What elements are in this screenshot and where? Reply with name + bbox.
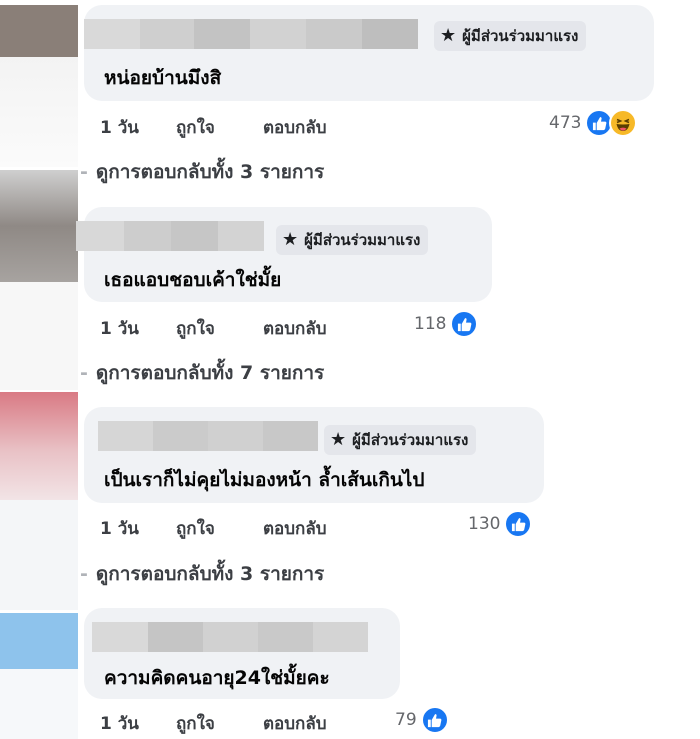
reply-connector: - (80, 362, 88, 384)
comment-text: เธอแอบชอบเค้าใช่มั้ย (104, 269, 282, 291)
reply-button[interactable]: ตอบกลับ (263, 515, 327, 542)
star-icon: ★ (282, 229, 299, 250)
timestamp-link[interactable]: 1 วัน (100, 315, 176, 342)
top-fan-badge: ★ ผู้มีส่วนร่วมมาแรง (434, 21, 587, 51)
commenter-name[interactable] (76, 221, 264, 251)
view-replies-link[interactable]: - ดูการตอบกลับทั้ง 7 รายการ (80, 358, 324, 388)
avatar-blur-bg (0, 57, 78, 167)
like-button[interactable]: ถูกใจ (176, 315, 263, 342)
reaction-count: 130 (468, 514, 501, 534)
comment-text: ความคิดคนอายุ24ใช่มั้ยคะ (104, 667, 330, 689)
reply-connector: - (80, 161, 88, 183)
star-icon: ★ (330, 429, 347, 450)
reply-button[interactable]: ตอบกลับ (263, 710, 327, 737)
comment-actions: 1 วัน ถูกใจ ตอบกลับ (100, 710, 327, 737)
comment-bubble: ★ ผู้มีส่วนร่วมมาแรง เธอแอบชอบเค้าใช่มั้… (76, 207, 492, 302)
commenter-name[interactable] (92, 622, 368, 652)
view-replies-link[interactable]: - ดูการตอบกลับทั้ง 3 รายการ (80, 559, 324, 589)
reaction-summary[interactable]: 130 (468, 510, 533, 538)
star-icon: ★ (440, 25, 457, 46)
comment-actions: 1 วัน ถูกใจ ตอบกลับ (100, 114, 327, 141)
top-fan-badge: ★ ผู้มีส่วนร่วมมาแรง (276, 225, 429, 255)
timestamp-link[interactable]: 1 วัน (100, 515, 176, 542)
reaction-summary[interactable]: 118 (414, 310, 479, 338)
timestamp-link[interactable]: 1 วัน (100, 710, 176, 737)
avatar[interactable] (0, 613, 78, 669)
comment-actions: 1 วัน ถูกใจ ตอบกลับ (100, 315, 327, 342)
comment-text: เป็นเราก็ไม่คุยไม่มองหน้า ล้ำเส้นเกินไป (104, 469, 425, 491)
reply-connector: - (80, 563, 88, 585)
haha-icon (609, 109, 638, 137)
like-button[interactable]: ถูกใจ (176, 515, 263, 542)
reaction-count: 473 (549, 113, 582, 133)
reply-button[interactable]: ตอบกลับ (263, 114, 327, 141)
avatar-blur-bg (0, 669, 78, 739)
top-fan-badge: ★ ผู้มีส่วนร่วมมาแรง (324, 425, 477, 455)
avatar-blur-bg (0, 500, 78, 610)
reaction-summary[interactable]: 473 (549, 109, 638, 137)
comment-actions: 1 วัน ถูกใจ ตอบกลับ (100, 515, 327, 542)
commenter-name[interactable] (84, 19, 418, 49)
comment-bubble: ★ ผู้มีส่วนร่วมมาแรง หน่อยบ้านมึงสิ (84, 5, 654, 101)
comment-bubble: ความคิดคนอายุ24ใช่มั้ยคะ (84, 608, 400, 699)
like-icon (450, 310, 479, 338)
reaction-count: 79 (395, 710, 417, 730)
reply-button[interactable]: ตอบกลับ (263, 315, 327, 342)
avatar-blur-bg (0, 282, 78, 390)
avatar[interactable] (0, 170, 78, 282)
like-button[interactable]: ถูกใจ (176, 710, 263, 737)
like-icon (504, 510, 533, 538)
reaction-summary[interactable]: 79 (395, 706, 449, 734)
view-replies-link[interactable]: - ดูการตอบกลับทั้ง 3 รายการ (80, 157, 324, 187)
avatar[interactable] (0, 5, 78, 57)
timestamp-link[interactable]: 1 วัน (100, 114, 176, 141)
comment-text: หน่อยบ้านมึงสิ (104, 67, 222, 89)
avatar[interactable] (0, 392, 78, 500)
commenter-name[interactable] (98, 421, 318, 451)
reaction-count: 118 (414, 314, 447, 334)
comment-bubble: ★ ผู้มีส่วนร่วมมาแรง เป็นเราก็ไม่คุยไม่ม… (84, 407, 544, 503)
like-icon (420, 706, 449, 734)
like-button[interactable]: ถูกใจ (176, 114, 263, 141)
